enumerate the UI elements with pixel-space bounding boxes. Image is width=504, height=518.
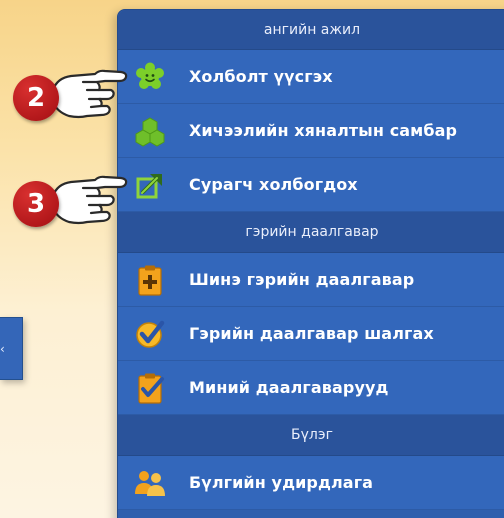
menu-item-label: Гэрийн даалгавар шалгах: [189, 324, 434, 343]
step-number-badge: 3: [13, 181, 59, 227]
clover-icon: [133, 114, 167, 148]
pointing-hand-icon: [51, 69, 128, 119]
menu-item-label: Сурагч холбогдох: [189, 175, 358, 194]
menu-item-check-homework[interactable]: Гэрийн даалгавар шалгах: [118, 307, 504, 361]
menu-item-connect-student[interactable]: Сурагч холбогдох: [118, 158, 504, 212]
menu-item-my-assignments[interactable]: Миний даалгаварууд: [118, 361, 504, 415]
menu-item-label: Хичээлийн хяналтын самбар: [189, 121, 458, 140]
menu-item-group-management[interactable]: Бүлгийн удирдлага: [118, 456, 504, 510]
menu-item-label: Миний даалгаварууд: [189, 378, 389, 397]
section-header-class-work: ангийн ажил: [118, 10, 504, 50]
check-badge-icon: [133, 317, 167, 351]
step-number-badge: 2: [13, 75, 59, 121]
group-people-icon: [133, 466, 167, 500]
step-marker-2: 2: [13, 69, 135, 126]
smiley-flower-icon: [133, 60, 167, 94]
share-arrow-icon: [133, 168, 167, 202]
checked-clipboard-icon: [133, 371, 167, 405]
menu-item-lesson-dashboard[interactable]: Хичээлийн хяналтын самбар: [118, 104, 504, 158]
menu-item-create-connection[interactable]: Холболт үүсгэх: [118, 50, 504, 104]
add-clipboard-icon: [133, 263, 167, 297]
pointing-hand-icon: [51, 175, 128, 225]
section-header-homework: гэрийн даалгавар: [118, 212, 504, 253]
chevron-left-icon: ‹: [0, 341, 5, 356]
class-menu-panel: ангийн ажил Холболт үүсгэх Хичээлийн хян…: [117, 9, 504, 518]
section-header-group: Бүлэг: [118, 415, 504, 456]
menu-item-label: Шинэ гэрийн даалгавар: [189, 270, 415, 289]
step-marker-3: 3: [13, 175, 135, 232]
collapsed-side-tab[interactable]: ‹: [0, 317, 23, 380]
menu-item-label: Холболт үүсгэх: [189, 67, 333, 86]
menu-item-label: Бүлгийн удирдлага: [189, 473, 374, 492]
menu-item-new-homework[interactable]: Шинэ гэрийн даалгавар: [118, 253, 504, 307]
